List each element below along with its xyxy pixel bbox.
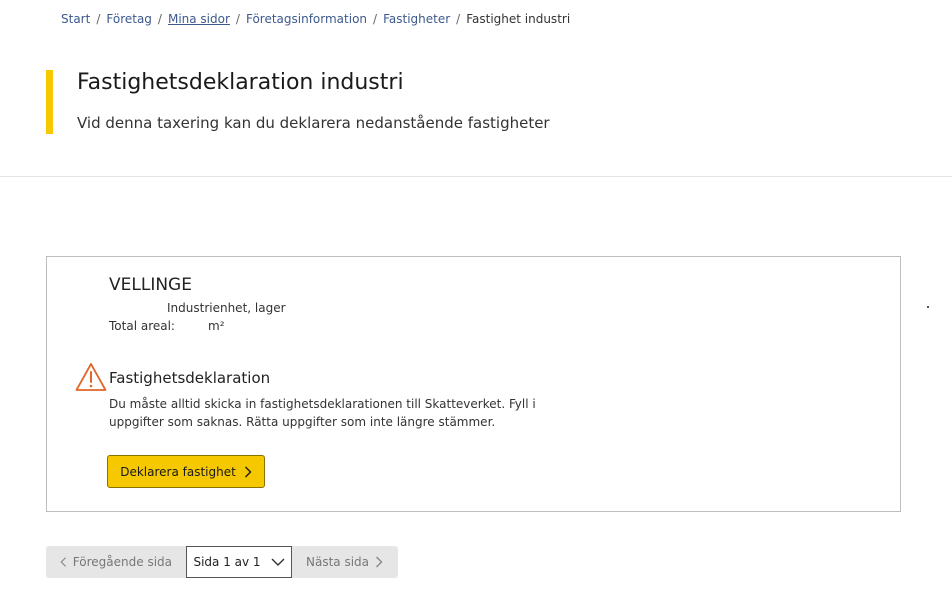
page-header: Fastighetsdeklaration industri Vid denna… [46,70,846,134]
declaration-text: Du måste alltid skicka in fastighetsdekl… [109,397,536,429]
property-municipality: VELLINGE [109,275,192,295]
chevron-right-icon [244,466,252,477]
declare-property-button-label: Deklarera fastighet [120,464,236,479]
breadcrumb-link-fastigheter[interactable]: Fastigheter [383,12,450,26]
header-accent-bar [46,70,53,134]
breadcrumb-current: Fastighet industri [466,12,571,26]
previous-page-label: Föregående sida [72,555,172,569]
breadcrumb-separator: / [456,12,461,26]
breadcrumb-separator: / [235,12,240,26]
total-area-label: Total areal: [109,319,175,333]
page-subtitle: Vid denna taxering kan du deklarera neda… [77,114,550,132]
warning-icon [75,363,107,391]
page-select[interactable]: Sida 1 av 1 [186,546,292,578]
breadcrumb: Start / Företag / Mina sidor / Företagsi… [61,12,570,26]
declaration-title: Fastighetsdeklaration [109,369,271,387]
property-card: VELLINGE Industrienhet, lager Total area… [46,256,901,512]
chevron-down-icon [271,558,285,566]
breadcrumb-separator: / [96,12,101,26]
breadcrumb-separator: / [373,12,378,26]
page-select-value: Sida 1 av 1 [193,555,261,569]
total-area-unit: m² [208,319,225,333]
breadcrumb-link-mina-sidor[interactable]: Mina sidor [168,12,230,26]
next-page-button[interactable]: Nästa sida [292,546,398,578]
chevron-left-icon [60,557,66,567]
property-type: Industrienhet, lager [167,301,286,315]
breadcrumb-link-start[interactable]: Start [61,12,90,26]
page-title: Fastighetsdeklaration industri [77,70,404,95]
decorative-dot [927,306,929,308]
breadcrumb-separator: / [157,12,162,26]
pagination: Föregående sida Sida 1 av 1 Nästa sida [46,546,398,578]
chevron-right-icon [376,556,383,568]
previous-page-button[interactable]: Föregående sida [46,546,186,578]
header-divider [0,176,952,177]
breadcrumb-link-foretagsinformation[interactable]: Företagsinformation [246,12,367,26]
next-page-label: Nästa sida [306,555,370,569]
declare-property-button[interactable]: Deklarera fastighet [107,455,265,488]
breadcrumb-link-foretag[interactable]: Företag [106,12,152,26]
